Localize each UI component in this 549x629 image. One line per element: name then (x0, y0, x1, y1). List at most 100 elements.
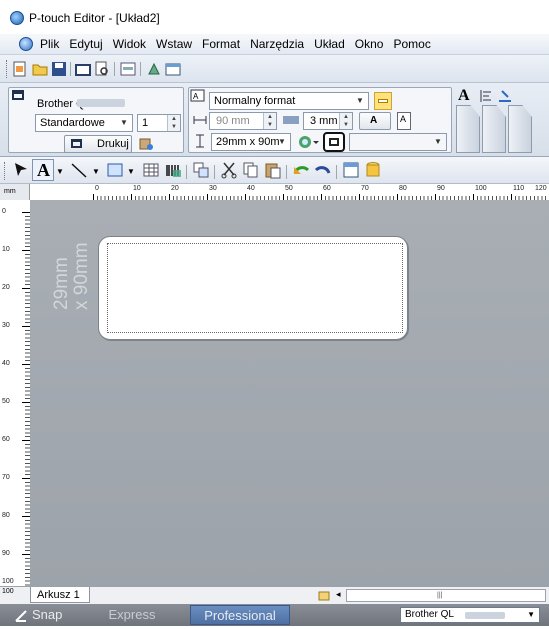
toolbar-grip[interactable] (4, 162, 6, 180)
sheet-tab-bar: 100 Arkusz 1 ◂ ||| (0, 586, 549, 604)
layout-panel-tab[interactable] (482, 105, 506, 153)
draw-toolbar: A ▼ ▼ ▼ (0, 157, 549, 184)
cut-icon[interactable] (220, 161, 238, 179)
print-button-label: Drukuj (97, 138, 129, 150)
vertical-text-button[interactable]: A (397, 112, 411, 130)
ruler-end-label: 100 (2, 588, 14, 595)
text-direction-button[interactable]: A (359, 112, 391, 130)
printer-properties-icon[interactable] (139, 137, 155, 151)
shape-tool-dropdown-icon[interactable]: ▼ (127, 167, 135, 176)
printer-select-redacted (465, 612, 505, 619)
printable-area[interactable] (107, 243, 403, 333)
h-ruler-label: 80 (399, 185, 407, 192)
v-ruler-label: 10 (2, 246, 10, 253)
print-button-icon (71, 139, 82, 148)
text-panel-tab[interactable] (456, 105, 480, 153)
menu-okno[interactable]: Okno (355, 37, 390, 51)
redo-icon[interactable] (314, 161, 332, 179)
table-tool-icon[interactable] (142, 161, 160, 179)
frame-style-select[interactable]: ▼ (349, 133, 447, 151)
window-title: P-touch Editor - [Układ2] (29, 11, 160, 25)
menu-edytuj[interactable]: Edytuj (69, 37, 108, 51)
margin-icon (283, 114, 299, 126)
text-tool-icon: A (37, 160, 50, 180)
menu-pomoc[interactable]: Pomoc (393, 37, 436, 51)
menu-plik[interactable]: Plik (40, 37, 65, 51)
margin-spin-buttons[interactable]: ▲ ▼ (339, 113, 352, 129)
tape-color-icon (378, 99, 388, 103)
save-icon[interactable] (51, 61, 67, 77)
database-connect-icon[interactable] (146, 61, 162, 77)
align-panel-icon[interactable] (498, 89, 512, 103)
align-panel-tab[interactable] (508, 105, 532, 153)
select-arrow-icon[interactable] (12, 161, 30, 179)
copies-spinner[interactable]: 1 ▲ ▼ (137, 114, 181, 132)
copy-icon[interactable] (242, 161, 260, 179)
snap-mode-button[interactable]: Snap (10, 605, 80, 625)
database-icon[interactable] (364, 161, 382, 179)
paste-icon[interactable] (264, 161, 282, 179)
undo-icon[interactable] (292, 161, 310, 179)
mode-bar: Snap Express Professional Brother QL ▼ (0, 604, 549, 626)
professional-mode-button[interactable]: Professional (190, 605, 290, 625)
tape-color-button[interactable] (374, 92, 392, 110)
horizontal-scrollbar[interactable]: ||| (346, 589, 546, 602)
printer-select-dropdown-icon[interactable]: ▼ (527, 610, 535, 619)
text-tool-button[interactable]: A (32, 159, 54, 181)
copies-value: 1 (142, 117, 149, 129)
sheet-add-icon[interactable] (318, 589, 332, 602)
printer-model-redacted (77, 99, 125, 107)
barcode-tool-icon[interactable] (164, 161, 182, 179)
print-mode-select[interactable]: Standardowe ▼ (35, 114, 133, 132)
properties-window-icon[interactable] (342, 161, 360, 179)
h-ruler-label: 90 (437, 185, 445, 192)
print-icon[interactable] (75, 61, 91, 77)
frame-button[interactable] (323, 132, 345, 152)
label-paper[interactable] (98, 236, 408, 340)
length-spinner[interactable]: 90 mm ▲ ▼ (209, 112, 277, 130)
menu-narzedzia[interactable]: Narzędzia (250, 37, 310, 51)
menu-widok[interactable]: Widok (113, 37, 152, 51)
scroll-left-icon[interactable]: ◂ (336, 589, 341, 600)
text-panel-icon[interactable]: A (458, 87, 470, 105)
print-preview-icon[interactable] (94, 61, 110, 77)
shape-tool-icon[interactable] (106, 161, 124, 179)
scroll-thumb-grip-icon[interactable]: ||| (437, 592, 442, 599)
new-layout-icon[interactable] (12, 61, 28, 77)
text-tool-dropdown-icon[interactable]: ▼ (56, 167, 64, 176)
layout-canvas[interactable]: 29mm x 90mm (30, 200, 549, 586)
paper-options-icon[interactable] (295, 133, 319, 151)
h-ruler-label: 40 (247, 185, 255, 192)
label-size-line2: x 90mm (71, 242, 92, 310)
ruler-unit-corner[interactable]: mm (0, 184, 30, 200)
menu-wstaw[interactable]: Wstaw (156, 37, 198, 51)
arrange-tool-icon[interactable] (192, 161, 210, 179)
length-icon (193, 114, 207, 126)
toolbar-separator (186, 165, 187, 179)
line-tool-icon[interactable] (70, 161, 88, 179)
layout-window-icon[interactable] (165, 61, 181, 77)
line-tool-dropdown-icon[interactable]: ▼ (92, 167, 100, 176)
horizontal-ruler-scale: 0 10 20 30 40 50 60 70 80 90 100 110 120 (30, 184, 549, 200)
toolbar-grip[interactable] (6, 60, 8, 78)
layout-panel-icon[interactable] (479, 89, 493, 103)
margin-spinner[interactable]: 3 mm ▲ ▼ (303, 112, 353, 130)
sheet-tab[interactable]: Arkusz 1 (30, 587, 90, 603)
toolbar-separator (286, 165, 287, 179)
print-button[interactable]: Drukuj (64, 135, 132, 153)
tape-size-select[interactable]: 29mm x 90m ▼ (211, 133, 291, 151)
express-mode-button[interactable]: Express (92, 605, 172, 625)
menu-format[interactable]: Format (202, 37, 246, 51)
paper-format-select[interactable]: Normalny format ▼ (209, 92, 369, 110)
length-spin-buttons[interactable]: ▲ ▼ (263, 113, 276, 129)
h-ruler-label: 100 (475, 185, 487, 192)
toolbar-separator (214, 165, 215, 179)
copies-spin-buttons[interactable]: ▲ ▼ (167, 115, 180, 131)
v-ruler-label: 90 (2, 550, 10, 557)
spell-check-icon[interactable] (120, 61, 136, 77)
menu-uklad[interactable]: Układ (314, 37, 351, 51)
vertical-text-icon: A (400, 114, 407, 124)
open-folder-icon[interactable] (32, 61, 48, 77)
printer-select[interactable]: Brother QL ▼ (400, 607, 540, 623)
document-icon[interactable] (19, 37, 33, 51)
